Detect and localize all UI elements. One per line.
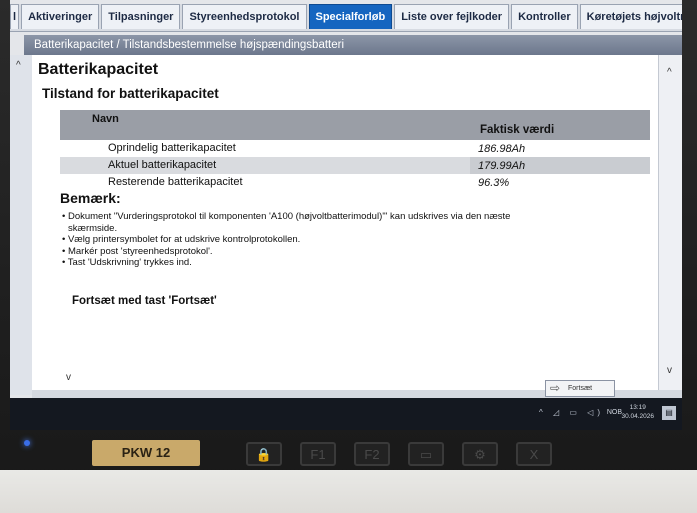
- breadcrumb: Batterikapacitet / Tilstandsbestemmelse …: [24, 35, 682, 55]
- table-header: Navn Faktisk værdi: [60, 110, 650, 140]
- scroll-up-icon[interactable]: ^: [667, 67, 672, 78]
- chevron-up-icon[interactable]: ^: [16, 60, 21, 71]
- tab-specialforlob[interactable]: Specialforløb: [308, 4, 393, 29]
- tab-aktiveringer[interactable]: Aktiveringer: [21, 4, 100, 29]
- tab-bar: l Aktiveringer Tilpasninger Styreenhedsp…: [10, 4, 682, 32]
- hardware-keys: PKW 12 🔒 F1 F2 ▭ ⚙ X: [0, 430, 697, 475]
- column-header-name: Navn: [92, 113, 119, 125]
- next-button-label: Fortsæt: [568, 385, 593, 392]
- settings-icon[interactable]: ⚙: [462, 442, 498, 466]
- notification-icon[interactable]: ▤: [662, 406, 676, 420]
- row-name: Oprindelig batterikapacitet: [108, 142, 236, 154]
- continue-instruction: Fortsæt med tast 'Fortsæt': [72, 295, 217, 307]
- tab-styreenhedsprotokol[interactable]: Styreenhedsprotokol: [182, 4, 307, 29]
- row-name: Resterende batterikapacitet: [108, 176, 243, 188]
- lock-icon[interactable]: 🔒: [246, 442, 282, 466]
- table-row: Aktuel batterikapacitet 179.99Ah: [60, 157, 650, 174]
- clock[interactable]: 13:19 30.04.2026: [621, 403, 654, 421]
- tab-kontroller[interactable]: Kontroller: [511, 4, 578, 29]
- row-name: Aktuel batterikapacitet: [108, 159, 217, 171]
- close-icon[interactable]: X: [516, 442, 552, 466]
- next-button[interactable]: ⇨ Fortsæt: [545, 380, 615, 397]
- column-header-value: Faktisk værdi: [480, 124, 555, 136]
- tray-icons[interactable]: ^ ◿ ▭ ◁): [539, 408, 604, 417]
- language-indicator[interactable]: NOB: [607, 409, 622, 416]
- note-line: • Vælg printersymbolet for at udskrive k…: [62, 234, 301, 245]
- note-line: • Dokument "Vurderingsprotokol til kompo…: [62, 211, 511, 222]
- taskbar: ^ ◿ ▭ ◁) NOB 13:19 30.04.2026 ▤: [10, 398, 682, 430]
- desk-surface: [0, 470, 697, 513]
- note-line: skærmside.: [68, 222, 118, 234]
- screen: l Aktiveringer Tilpasninger Styreenhedsp…: [10, 0, 682, 405]
- note-line: • Tast 'Udskrivning' trykkes ind.: [62, 257, 192, 268]
- pkw-badge: PKW 12: [92, 440, 200, 466]
- keyboard-icon[interactable]: ▭: [408, 442, 444, 466]
- f2-key[interactable]: F2: [354, 442, 390, 466]
- table-row: Resterende batterikapacitet 96.3%: [60, 174, 650, 191]
- row-value: 179.99Ah: [478, 160, 526, 172]
- f1-key[interactable]: F1: [300, 442, 336, 466]
- tab-fejlkoder[interactable]: Liste over fejlkoder: [394, 4, 510, 29]
- power-led: [24, 440, 30, 446]
- note-heading: Bemærk:: [60, 190, 121, 206]
- side-gutter: [10, 55, 33, 395]
- tab-tilpasninger[interactable]: Tilpasninger: [101, 4, 181, 29]
- scroll-down-icon[interactable]: v: [667, 365, 672, 376]
- page-subtitle: Tilstand for batterikapacitet: [42, 86, 219, 101]
- tab-hojvoltnet[interactable]: Køretøjets højvoltnet: [579, 4, 682, 29]
- clock-time: 13:19: [629, 404, 646, 411]
- row-value: 186.98Ah: [478, 143, 526, 155]
- row-value: 96.3%: [478, 177, 510, 189]
- content-panel: Batterikapacitet Tilstand for batterikap…: [32, 55, 658, 390]
- tab-cutoff[interactable]: l: [10, 4, 20, 29]
- scrollbar[interactable]: ^ v: [658, 55, 682, 390]
- note-list: • Dokument "Vurderingsprotokol til kompo…: [62, 211, 642, 269]
- note-line: • Markér post 'styreenhedsprotokol'.: [62, 245, 213, 257]
- arrow-right-icon: ⇨: [550, 381, 561, 395]
- capacity-table: Navn Faktisk værdi Oprindelig batterikap…: [60, 110, 650, 191]
- table-row: Oprindelig batterikapacitet 186.98Ah: [60, 140, 650, 157]
- chevron-down-icon[interactable]: v: [66, 372, 71, 383]
- page-title: Batterikapacitet: [38, 61, 159, 78]
- clock-date: 30.04.2026: [621, 413, 654, 420]
